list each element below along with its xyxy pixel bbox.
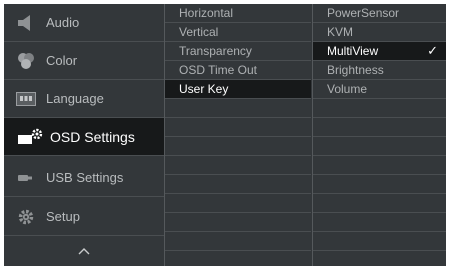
empty-row (313, 194, 446, 213)
empty-row (313, 175, 446, 194)
menu-item-label: Color (46, 53, 78, 68)
option-label: MultiView (327, 44, 379, 58)
empty-row (313, 118, 446, 137)
empty-row (313, 156, 446, 175)
menu-item-label: USB Settings (46, 170, 124, 185)
usb-icon (16, 168, 36, 188)
options-column: PowerSensor KVM MultiView ✓ Brightness V… (313, 4, 446, 266)
empty-row (313, 213, 446, 232)
menu-item-usb-settings[interactable]: USB Settings (4, 159, 164, 197)
color-circles-icon (16, 51, 36, 71)
menu-item-color[interactable]: Color (4, 42, 164, 80)
option-volume[interactable]: Volume (313, 80, 446, 99)
menu-item-label: Language (46, 91, 104, 106)
menu-item-label: OSD Settings (50, 128, 135, 145)
option-kvm[interactable]: KVM (313, 23, 446, 42)
submenu-column: Horizontal Vertical Transparency OSD Tim… (165, 4, 311, 266)
menu-item-audio[interactable]: Audio (4, 4, 164, 42)
empty-row (165, 232, 311, 251)
scroll-up-button[interactable] (4, 240, 164, 262)
empty-row (165, 156, 311, 175)
osd-panel: Audio Color Language OSD Settings USB Se (4, 4, 446, 266)
submenu-item-vertical[interactable]: Vertical (165, 23, 311, 42)
language-icon (16, 89, 36, 109)
osd-settings-icon (18, 127, 44, 147)
empty-row (165, 99, 311, 118)
empty-row (165, 194, 311, 213)
submenu-item-osd-time-out[interactable]: OSD Time Out (165, 61, 311, 80)
checkmark-icon: ✓ (427, 43, 438, 58)
empty-row (165, 213, 311, 232)
menu-item-label: Audio (46, 15, 80, 30)
gear-icon (16, 207, 36, 227)
menu-item-language[interactable]: Language (4, 80, 164, 118)
empty-row (165, 175, 311, 194)
option-powersensor[interactable]: PowerSensor (313, 4, 446, 23)
empty-row (313, 99, 446, 118)
empty-row (313, 232, 446, 251)
submenu-item-transparency[interactable]: Transparency (165, 42, 311, 61)
menu-item-osd-settings[interactable]: OSD Settings (4, 118, 164, 156)
speaker-icon (16, 13, 36, 33)
option-multiview[interactable]: MultiView ✓ (313, 42, 446, 61)
empty-row (165, 118, 311, 137)
submenu-item-user-key[interactable]: User Key (165, 80, 311, 99)
empty-row (313, 137, 446, 156)
menu-item-label: Setup (46, 209, 80, 224)
chevron-up-icon (78, 248, 90, 255)
menu-item-setup[interactable]: Setup (4, 198, 164, 236)
main-menu: Audio Color Language OSD Settings USB Se (4, 4, 164, 266)
empty-row (165, 137, 311, 156)
option-brightness[interactable]: Brightness (313, 61, 446, 80)
submenu-item-horizontal[interactable]: Horizontal (165, 4, 311, 23)
